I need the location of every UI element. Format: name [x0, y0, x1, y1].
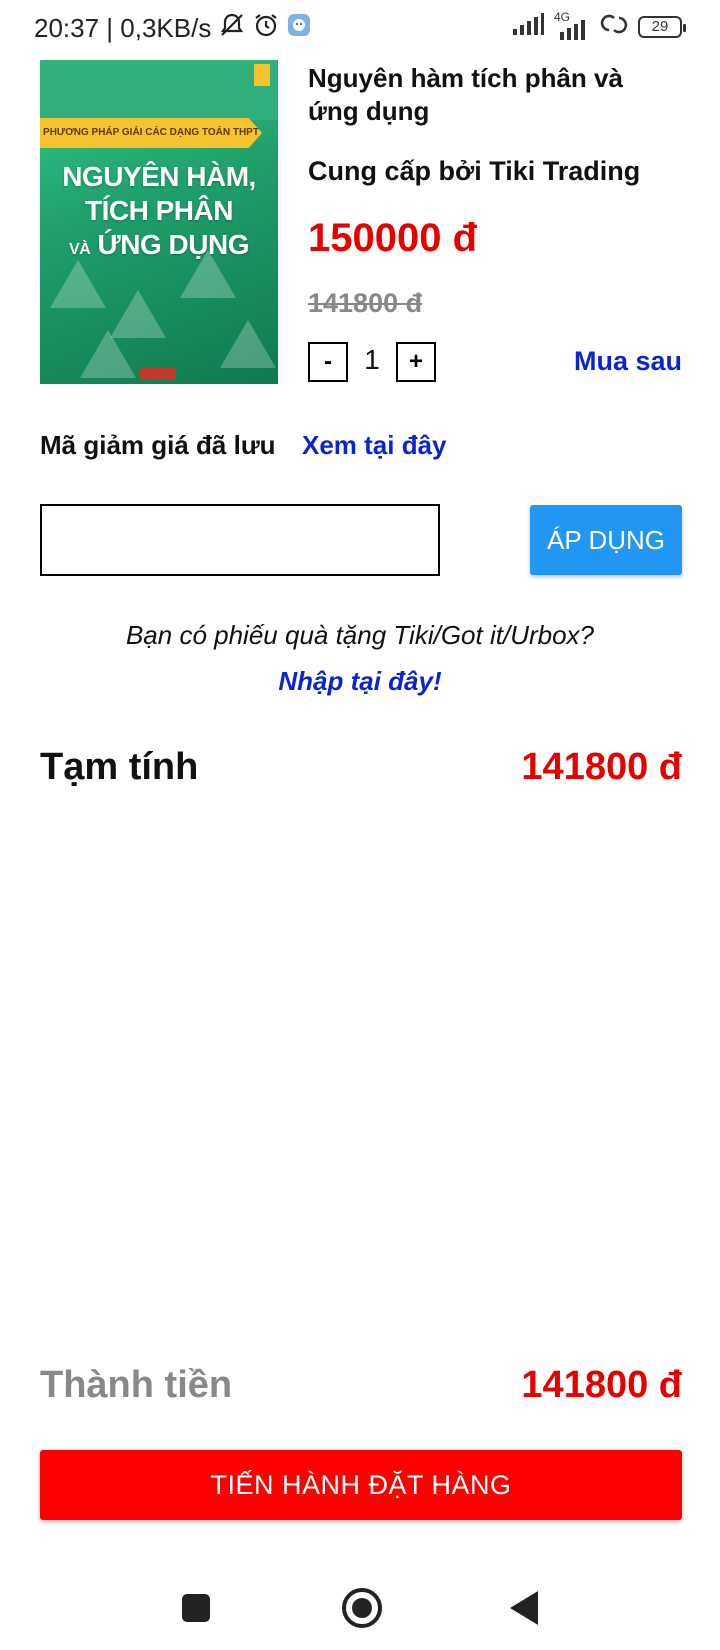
- app-notification-icon: [287, 13, 311, 44]
- signal-icon: [512, 13, 544, 40]
- status-bar: 20:37 | 0,3KB/s 4G 29: [0, 0, 720, 54]
- product-title[interactable]: Nguyên hàm tích phân và ứng dụng: [308, 62, 678, 128]
- buy-later-link[interactable]: Mua sau: [574, 346, 682, 377]
- cover-title-small: VÀ: [69, 241, 91, 258]
- total-label: Thành tiền: [40, 1364, 233, 1406]
- cover-decoration: [80, 330, 136, 378]
- total-value: 141800 đ: [521, 1364, 682, 1406]
- quantity-value: 1: [364, 344, 380, 375]
- hotspot-icon: [600, 12, 628, 41]
- coupon-code-input[interactable]: [40, 504, 440, 576]
- recent-apps-button[interactable]: [182, 1594, 210, 1622]
- publisher-logo: [140, 368, 176, 380]
- product-price: 150000 đ: [308, 216, 478, 260]
- battery-level: 29: [651, 17, 669, 35]
- cover-title: NGUYÊN HÀM, TÍCH PHÂN VÀ ỨNG DỤNG: [40, 160, 278, 267]
- cover-decoration: [220, 320, 276, 368]
- alarm-icon: [253, 12, 279, 45]
- cover-badge: [254, 64, 270, 86]
- view-saved-coupons-link[interactable]: Xem tại đây: [302, 430, 447, 461]
- cover-title-line: TÍCH PHÂN: [85, 195, 233, 226]
- signal-4g-icon: 4G: [554, 10, 590, 40]
- subtotal-label: Tạm tính: [40, 746, 199, 788]
- cover-top-strip: [40, 60, 278, 120]
- status-left: 20:37 | 0,3KB/s: [34, 12, 311, 45]
- status-right: 4G 29: [512, 10, 686, 41]
- enter-gift-voucher-link[interactable]: Nhập tại đây!: [0, 666, 720, 697]
- product-old-price: 141800 đ: [308, 288, 423, 318]
- back-button[interactable]: [510, 1591, 538, 1625]
- mute-bell-icon: [219, 12, 245, 45]
- home-button[interactable]: [342, 1588, 382, 1628]
- cover-band: PHƯƠNG PHÁP GIẢI CÁC DẠNG TOÁN THPT: [40, 118, 262, 148]
- product-seller: Cung cấp bởi Tiki Trading: [308, 156, 641, 186]
- apply-coupon-button[interactable]: ÁP DỤNG: [530, 505, 682, 575]
- battery-icon: 29: [638, 15, 686, 38]
- subtotal-value: 141800 đ: [521, 746, 682, 788]
- product-cover-image[interactable]: PHƯƠNG PHÁP GIẢI CÁC DẠNG TOÁN THPT NGUY…: [40, 60, 278, 384]
- status-time-speed: 20:37 | 0,3KB/s: [34, 13, 212, 43]
- checkout-button[interactable]: TIẾN HÀNH ĐẶT HÀNG: [40, 1450, 682, 1520]
- saved-coupon-label: Mã giảm giá đã lưu: [40, 430, 276, 460]
- cover-title-line: NGUYÊN HÀM,: [62, 161, 256, 192]
- gift-voucher-question: Bạn có phiếu quà tặng Tiki/Got it/Urbox?: [125, 620, 595, 650]
- cover-title-line: VÀ ỨNG DỤNG: [40, 228, 278, 267]
- quantity-increase-button[interactable]: +: [396, 342, 436, 382]
- cover-title-word: ỨNG DỤNG: [97, 229, 250, 260]
- quantity-decrease-button[interactable]: -: [308, 342, 348, 382]
- cover-decoration: [50, 260, 106, 308]
